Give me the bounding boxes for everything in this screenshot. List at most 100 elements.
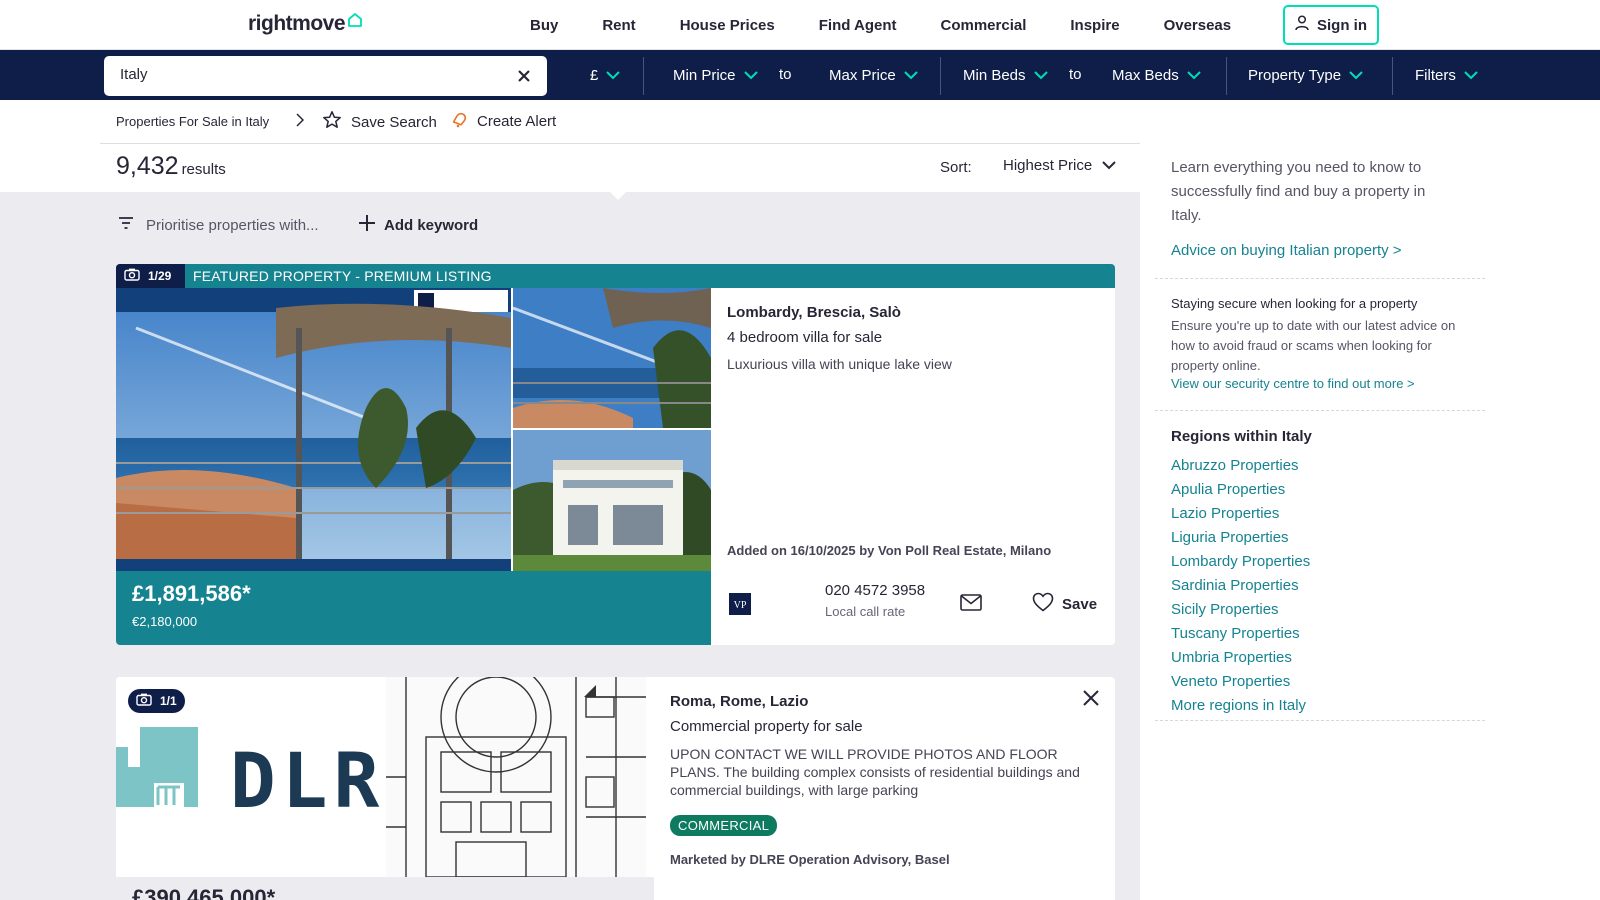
security-text: Ensure you're up to date with our latest… <box>1171 318 1456 373</box>
commercial-badge: COMMERCIAL <box>670 815 778 836</box>
nav-house-prices[interactable]: House Prices <box>680 17 775 34</box>
bell-icon <box>452 110 468 132</box>
hide-property-icon[interactable] <box>1082 689 1100 712</box>
svg-text:VP: VP <box>734 600 747 611</box>
heart-icon <box>1032 592 1054 616</box>
min-price-select[interactable]: Min Price <box>673 50 758 100</box>
location-search <box>104 56 547 96</box>
region-link-tuscany[interactable]: Tuscany Properties <box>1171 622 1310 646</box>
clear-search-icon[interactable] <box>515 67 533 85</box>
chevron-down-icon <box>743 67 758 84</box>
chevron-down-icon <box>1349 67 1363 84</box>
region-link-veneto[interactable]: Veneto Properties <box>1171 670 1310 694</box>
filter-lines-icon <box>118 216 134 234</box>
save-search-button[interactable]: Save Search <box>322 110 437 134</box>
beds-to-label: to <box>1069 66 1082 83</box>
logo-text: rightmove <box>248 12 346 35</box>
currency-select[interactable]: £ <box>590 50 621 100</box>
property-type-select[interactable]: Property Type <box>1248 50 1363 100</box>
chevron-down-icon <box>903 67 918 84</box>
save-property-button[interactable]: Save <box>1032 592 1097 616</box>
property-card-featured[interactable]: 1/29 FEATURED PROPERTY - PREMIUM LISTING <box>116 264 1115 645</box>
region-link-sicily[interactable]: Sicily Properties <box>1171 598 1310 622</box>
sort-label: Sort: <box>940 159 972 176</box>
filters-label: Filters <box>1415 66 1456 84</box>
property-address: Lombardy, Brescia, Salò <box>727 304 901 321</box>
chevron-down-icon <box>1464 67 1478 84</box>
property-address: Roma, Rome, Lazio <box>670 693 809 710</box>
max-price-select[interactable]: Max Price <box>829 50 918 100</box>
region-link-abruzzo[interactable]: Abruzzo Properties <box>1171 454 1310 478</box>
chevron-down-icon <box>1102 157 1116 174</box>
agent-logo[interactable]: VP <box>729 592 815 616</box>
advice-link[interactable]: Advice on buying Italian property > <box>1171 242 1402 259</box>
chevron-down-icon <box>1033 67 1048 84</box>
min-price-label: Min Price <box>673 66 736 84</box>
save-label: Save <box>1062 595 1098 613</box>
star-icon <box>322 110 342 134</box>
filters-button[interactable]: Filters <box>1415 50 1478 100</box>
currency-label: £ <box>590 66 599 84</box>
regions-list: Abruzzo Properties Apulia Properties Laz… <box>1171 454 1310 718</box>
photo-count-badge[interactable]: 1/1 <box>128 689 185 713</box>
price-panel[interactable]: £390,465,000* <box>116 877 654 900</box>
property-price-alt: €2,180,000 <box>132 614 198 629</box>
nav-inspire[interactable]: Inspire <box>1070 17 1119 34</box>
min-beds-select[interactable]: Min Beds <box>963 50 1048 100</box>
results-label: results <box>181 161 226 178</box>
region-link-liguria[interactable]: Liguria Properties <box>1171 526 1310 550</box>
sign-in-button[interactable]: Sign in <box>1283 5 1379 45</box>
region-link-sardinia[interactable]: Sardinia Properties <box>1171 574 1310 598</box>
add-keyword-label: Add keyword <box>384 216 479 234</box>
divider <box>1155 410 1485 411</box>
prioritise-button[interactable]: Prioritise properties with... <box>118 216 319 234</box>
security-centre-link[interactable]: View our security centre to find out mor… <box>1171 376 1415 391</box>
main-nav: Buy Rent House Prices Find Agent Commerc… <box>530 0 1275 50</box>
chevron-down-icon <box>1186 67 1201 84</box>
photo-count-badge[interactable]: 1/29 <box>116 264 185 288</box>
nav-overseas[interactable]: Overseas <box>1164 17 1232 34</box>
max-beds-select[interactable]: Max Beds <box>1112 50 1201 100</box>
photo-count-text: 1/1 <box>160 694 177 708</box>
divider <box>1155 720 1485 721</box>
save-search-label: Save Search <box>351 113 437 131</box>
results-header: 9,432 results Sort: Highest Price <box>100 144 1140 192</box>
max-beds-label: Max Beds <box>1112 66 1179 84</box>
breadcrumb[interactable]: Properties For Sale in Italy <box>116 114 269 129</box>
create-alert-button[interactable]: Create Alert <box>452 110 556 132</box>
nav-rent[interactable]: Rent <box>602 17 635 34</box>
property-photo[interactable] <box>513 288 711 428</box>
rightmove-logo[interactable]: rightmove <box>248 12 363 36</box>
property-type: 4 bedroom villa for sale <box>727 329 883 346</box>
price-panel[interactable]: £1,891,586* €2,180,000 <box>116 571 711 645</box>
email-agent-icon[interactable] <box>960 594 982 616</box>
floor-plan-photo[interactable] <box>386 677 646 878</box>
sort-select[interactable]: Highest Price <box>1003 157 1116 174</box>
top-navigation: rightmove Buy Rent House Prices Find Age… <box>0 0 1600 50</box>
nav-buy[interactable]: Buy <box>530 17 558 34</box>
nav-find-agent[interactable]: Find Agent <box>819 17 897 34</box>
location-search-input[interactable] <box>120 66 500 83</box>
more-regions-link[interactable]: More regions in Italy <box>1171 694 1310 718</box>
region-link-lazio[interactable]: Lazio Properties <box>1171 502 1310 526</box>
results-count: 9,432 results <box>116 152 226 181</box>
nav-commercial[interactable]: Commercial <box>941 17 1027 34</box>
sort-value: Highest Price <box>1003 157 1093 174</box>
region-link-lombardy[interactable]: Lombardy Properties <box>1171 550 1310 574</box>
house-logo-icon <box>347 10 363 34</box>
divider <box>940 57 941 95</box>
security-title: Staying secure when looking for a proper… <box>1171 296 1418 311</box>
property-details[interactable]: Lombardy, Brescia, Salò 4 bedroom villa … <box>727 304 1097 372</box>
added-info: Added on 16/10/2025 by Von Poll Real Est… <box>727 543 1052 558</box>
property-photo[interactable] <box>513 430 711 571</box>
price-to-label: to <box>779 66 792 83</box>
property-main-photo[interactable] <box>116 288 511 571</box>
property-price: £390,465,000* <box>132 885 276 900</box>
property-details[interactable]: Roma, Rome, Lazio Commercial property fo… <box>670 693 1100 867</box>
create-alert-label: Create Alert <box>477 112 557 130</box>
region-link-umbria[interactable]: Umbria Properties <box>1171 646 1310 670</box>
property-card[interactable]: DLR 1/1 £390,465,000* Roma, Rome, Lazio … <box>116 677 1115 900</box>
agent-phone[interactable]: 020 4572 3958 <box>825 582 925 599</box>
region-link-apulia[interactable]: Apulia Properties <box>1171 478 1310 502</box>
add-keyword-button[interactable]: Add keyword <box>358 214 478 236</box>
